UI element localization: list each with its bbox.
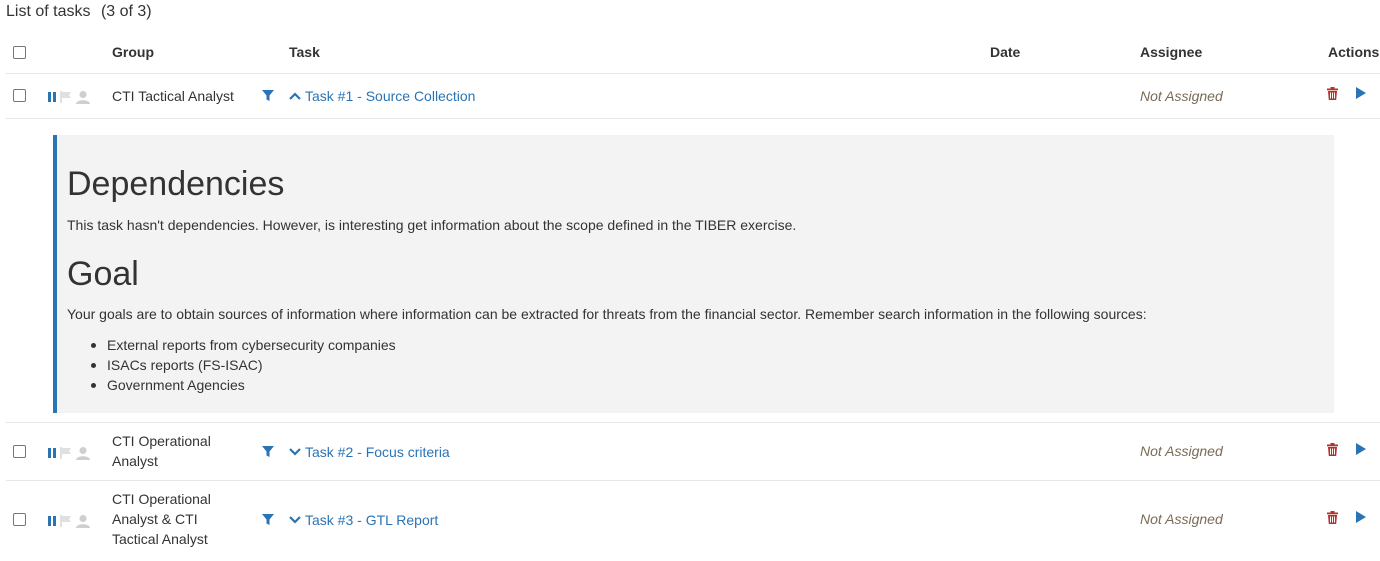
row-status-icons [48,514,90,528]
group-line: Tactical Analyst [112,531,208,547]
user-icon[interactable] [76,446,90,460]
row-group: CTI Operational Analyst & CTI Tactical A… [112,489,211,549]
header-date[interactable]: Date [990,44,1020,64]
group-line: CTI Operational [112,491,211,507]
list-title: List of tasks (3 of 3) [6,3,152,21]
chevron-down-icon [289,516,301,524]
task-link[interactable]: Task #1 - Source Collection [289,88,475,104]
group-line: Analyst & CTI [112,511,198,527]
pause-icon[interactable] [48,516,56,526]
trash-icon[interactable] [1327,511,1338,524]
pause-icon[interactable] [48,92,56,102]
play-icon[interactable] [1356,511,1366,523]
assignee-value: Not Assigned [1140,511,1223,527]
row-group: CTI Tactical Analyst [112,86,234,106]
group-line: CTI Tactical Analyst [112,88,234,104]
sources-list: External reports from cybersecurity comp… [91,335,396,395]
pause-icon[interactable] [48,448,56,458]
task-label: Task #1 - Source Collection [305,88,476,104]
row-checkbox[interactable] [13,513,26,526]
select-all-checkbox[interactable] [13,46,26,59]
assignee-value: Not Assigned [1140,88,1223,104]
trash-icon[interactable] [1327,443,1338,456]
list-item: ISACs reports (FS-ISAC) [91,355,396,375]
task-label: Task #2 - Focus criteria [305,444,450,460]
flag-icon[interactable] [60,91,72,103]
trash-icon[interactable] [1327,87,1338,100]
filter-icon[interactable] [262,90,274,102]
row-status-icons [48,446,90,460]
goal-heading: Goal [67,255,139,293]
row-checkbox[interactable] [13,445,26,458]
play-icon[interactable] [1356,443,1366,455]
task-link[interactable]: Task #3 - GTL Report [289,512,438,528]
play-icon[interactable] [1356,87,1366,99]
goal-text: Your goals are to obtain sources of info… [67,306,1147,322]
row-divider [6,118,1380,119]
flag-icon[interactable] [60,515,72,527]
task-detail-panel: Dependencies This task hasn't dependenci… [53,135,1334,413]
chevron-down-icon [289,448,301,456]
task-label: Task #3 - GTL Report [305,512,439,528]
header-actions: Actions [1328,44,1380,60]
row-group: CTI Operational Analyst [112,431,211,471]
filter-icon[interactable] [262,514,274,526]
group-line: Analyst [112,453,158,469]
flag-icon[interactable] [60,447,72,459]
header-group[interactable]: Group [112,44,154,64]
row-checkbox[interactable] [13,89,26,102]
header-divider [6,73,1380,74]
list-item: Government Agencies [91,375,396,395]
assignee-value: Not Assigned [1140,443,1223,459]
header-task[interactable]: Task [289,44,320,64]
list-item: External reports from cybersecurity comp… [91,337,396,353]
row-divider [6,422,1380,423]
list-title-label: List of tasks [6,3,91,20]
user-icon[interactable] [76,514,90,528]
dependencies-text: This task hasn't dependencies. However, … [67,217,797,233]
chevron-up-icon [289,92,301,100]
group-line: CTI Operational [112,433,211,449]
header-assignee[interactable]: Assignee [1140,44,1202,64]
dependencies-heading: Dependencies [67,165,285,203]
filter-icon[interactable] [262,446,274,458]
list-count: (3 of 3) [100,3,152,20]
task-link[interactable]: Task #2 - Focus criteria [289,444,450,460]
row-divider [6,480,1380,481]
user-icon[interactable] [76,90,90,104]
row-status-icons [48,90,90,104]
